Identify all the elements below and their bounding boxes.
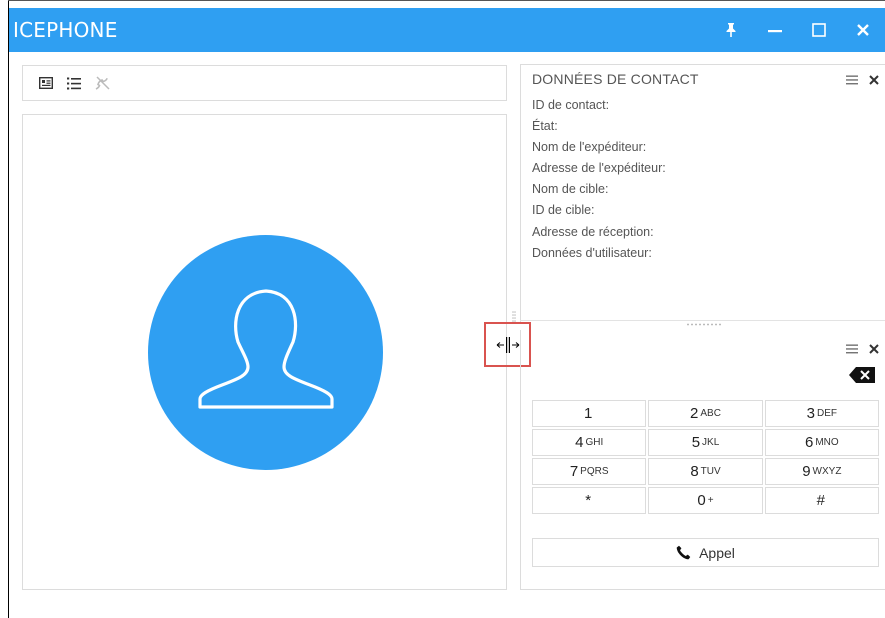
window-controls bbox=[709, 8, 885, 52]
key-4[interactable]: 4 GHI bbox=[532, 429, 647, 456]
contact-card-icon[interactable] bbox=[33, 70, 59, 96]
phone-icon bbox=[676, 545, 691, 560]
field-label: Nom de l'expéditeur: bbox=[532, 140, 647, 155]
key-2[interactable]: 2 ABC bbox=[648, 400, 763, 427]
maximize-icon[interactable] bbox=[797, 8, 841, 52]
key-0[interactable]: 0 + bbox=[648, 487, 763, 514]
field-label: Adresse de l'expéditeur: bbox=[532, 161, 666, 176]
horizontal-splitter[interactable] bbox=[520, 320, 885, 330]
contact-data-panel: DONNÉES DE CONTACT ID de contact: État: … bbox=[520, 64, 885, 322]
menu-icon[interactable] bbox=[841, 71, 863, 89]
pin-icon[interactable] bbox=[709, 8, 753, 52]
key-6[interactable]: 6 MNO bbox=[764, 429, 879, 456]
close-icon[interactable] bbox=[841, 8, 885, 52]
avatar-panel bbox=[22, 114, 507, 590]
panel-controls bbox=[841, 71, 885, 89]
field-label: ID de contact: bbox=[532, 98, 610, 112]
window-border-left bbox=[8, 0, 9, 618]
keypad: 1 2 ABC 3 DEF 4 GHI 5 JKL 6 MNO 7 PQRS 8 TUV 9W… bbox=[532, 400, 879, 514]
app-title: ICEPHONE bbox=[13, 18, 118, 42]
key-star[interactable]: * bbox=[532, 487, 647, 514]
minimize-icon[interactable] bbox=[753, 8, 797, 52]
key-7[interactable]: 7 PQRS bbox=[532, 458, 647, 485]
menu-icon[interactable] bbox=[841, 340, 863, 358]
column-resize-icon bbox=[496, 336, 519, 353]
close-icon[interactable] bbox=[863, 340, 885, 358]
avatar bbox=[148, 235, 383, 470]
left-toolbar bbox=[22, 65, 507, 101]
field-label: Données d'utilisateur: bbox=[532, 245, 652, 260]
field-label: Adresse de réception: bbox=[532, 224, 654, 239]
key-1[interactable]: 1 bbox=[532, 400, 647, 427]
key-3[interactable]: 3 DEF bbox=[764, 400, 879, 427]
window-border-top bbox=[8, 0, 885, 1]
contact-fields: ID de contact: État: Nom de l'expéditeur… bbox=[532, 95, 666, 264]
panel-controls bbox=[841, 340, 885, 358]
field-label: ID de cible: bbox=[532, 203, 595, 218]
call-button[interactable]: Appel bbox=[532, 538, 879, 567]
key-8[interactable]: 8 TUV bbox=[648, 458, 763, 485]
field-label: État: bbox=[532, 119, 558, 134]
splitter-grip[interactable] bbox=[686, 323, 722, 326]
close-icon[interactable] bbox=[863, 71, 885, 89]
backspace-icon[interactable] bbox=[849, 366, 877, 384]
key-hash[interactable]: # bbox=[764, 487, 879, 514]
panel-title: DONNÉES DE CONTACT bbox=[532, 71, 699, 87]
title-bar: ICEPHONE bbox=[9, 8, 885, 52]
missed-call-icon[interactable] bbox=[89, 70, 115, 96]
key-9[interactable]: 9 WXYZ bbox=[764, 458, 879, 485]
user-silhouette-icon bbox=[198, 289, 334, 409]
dialer-panel: 1 2 ABC 3 DEF 4 GHI 5 JKL 6 MNO 7 PQRS 8 TUV 9W… bbox=[520, 330, 885, 590]
call-list-icon[interactable] bbox=[61, 70, 87, 96]
key-5[interactable]: 5 JKL bbox=[648, 429, 763, 456]
call-button-label: Appel bbox=[699, 544, 735, 561]
field-label: Nom de cible: bbox=[532, 182, 609, 197]
